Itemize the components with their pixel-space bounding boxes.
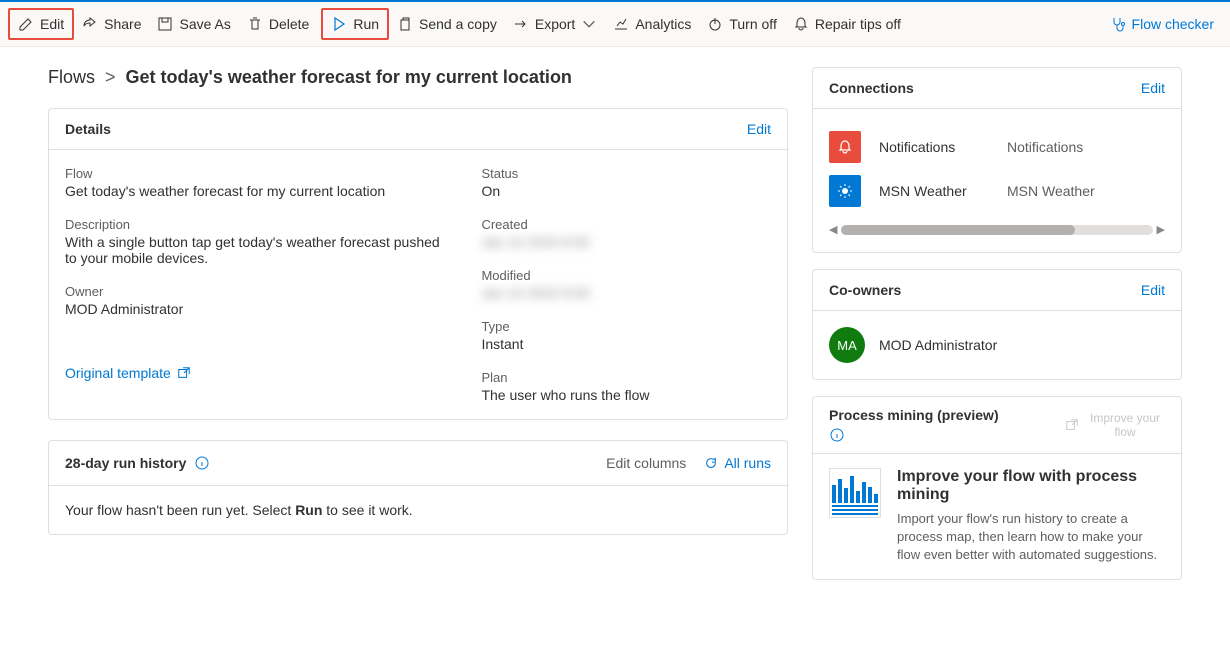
- status-value: On: [481, 183, 771, 199]
- connections-title: Connections: [829, 80, 914, 96]
- save-as-button[interactable]: Save As: [149, 10, 238, 38]
- connection-name: Notifications: [879, 139, 989, 155]
- scroll-right-icon[interactable]: ▶: [1157, 223, 1165, 236]
- avatar: MA: [829, 327, 865, 363]
- improve-flow-link[interactable]: Improve your flow: [1065, 411, 1165, 439]
- notifications-icon: [829, 131, 861, 163]
- all-runs-link[interactable]: All runs: [704, 455, 771, 471]
- info-icon[interactable]: [829, 427, 845, 443]
- run-button[interactable]: Run: [321, 8, 389, 40]
- description-value: With a single button tap get today's wea…: [65, 234, 441, 266]
- turn-off-button[interactable]: Turn off: [699, 10, 784, 38]
- scroll-left-icon[interactable]: ◀: [829, 223, 837, 236]
- connection-type: MSN Weather: [1007, 183, 1095, 199]
- delete-button[interactable]: Delete: [239, 10, 317, 38]
- status-label: Status: [481, 166, 771, 181]
- copy-icon: [397, 16, 413, 32]
- refresh-icon: [704, 456, 718, 470]
- modified-label: Modified: [481, 268, 771, 283]
- process-mining-heading: Improve your flow with process mining: [897, 468, 1165, 504]
- flow-checker-button[interactable]: Flow checker: [1102, 10, 1222, 38]
- edit-button[interactable]: Edit: [8, 8, 74, 40]
- flow-label: Flow: [65, 166, 441, 181]
- breadcrumb-separator: >: [105, 67, 116, 88]
- run-history-title: 28-day run history: [65, 455, 186, 471]
- weather-icon: [829, 175, 861, 207]
- created-value: Jan 10 2023 9:00: [481, 234, 771, 250]
- breadcrumb-root[interactable]: Flows: [48, 67, 95, 88]
- chevron-down-icon: [581, 16, 597, 32]
- save-icon: [157, 16, 173, 32]
- connection-row: MSN Weather MSN Weather: [829, 169, 1165, 213]
- export-button[interactable]: Export: [505, 10, 605, 38]
- info-icon[interactable]: [194, 455, 210, 471]
- description-label: Description: [65, 217, 441, 232]
- analytics-icon: [613, 16, 629, 32]
- coowner-row: MA MOD Administrator: [829, 327, 1165, 363]
- connections-card: Connections Edit Notifications Notificat…: [812, 67, 1182, 253]
- process-mining-title: Process mining (preview): [829, 407, 999, 423]
- edit-columns-link[interactable]: Edit columns: [606, 455, 686, 471]
- owner-label: Owner: [65, 284, 441, 299]
- plan-label: Plan: [481, 370, 771, 385]
- repair-tips-button[interactable]: Repair tips off: [785, 10, 909, 38]
- coowners-card: Co-owners Edit MA MOD Administrator: [812, 269, 1182, 380]
- connection-name: MSN Weather: [879, 183, 989, 199]
- bell-icon: [793, 16, 809, 32]
- toolbar: Edit Share Save As Delete Run Send a cop…: [0, 2, 1230, 47]
- owner-value: MOD Administrator: [65, 301, 441, 317]
- play-icon: [331, 16, 347, 32]
- coowners-edit-link[interactable]: Edit: [1141, 282, 1165, 298]
- open-icon: [1065, 418, 1079, 432]
- pencil-icon: [18, 16, 34, 32]
- share-button[interactable]: Share: [74, 10, 149, 38]
- process-mining-desc: Import your flow's run history to create…: [897, 510, 1165, 565]
- trash-icon: [247, 16, 263, 32]
- plan-value: The user who runs the flow: [481, 387, 771, 403]
- power-icon: [707, 16, 723, 32]
- stethoscope-icon: [1110, 16, 1126, 32]
- coowners-title: Co-owners: [829, 282, 901, 298]
- export-icon: [513, 16, 529, 32]
- breadcrumb: Flows > Get today's weather forecast for…: [48, 67, 788, 88]
- flow-value: Get today's weather forecast for my curr…: [65, 183, 441, 199]
- modified-value: Jan 10 2023 9:00: [481, 285, 771, 301]
- breadcrumb-current: Get today's weather forecast for my curr…: [126, 67, 572, 88]
- original-template-link[interactable]: Original template: [65, 365, 441, 381]
- run-history-empty: Your flow hasn't been run yet. Select Ru…: [49, 486, 787, 534]
- details-title: Details: [65, 121, 111, 137]
- connections-edit-link[interactable]: Edit: [1141, 80, 1165, 96]
- connection-type: Notifications: [1007, 139, 1083, 155]
- process-mining-card: Process mining (preview) Improve your fl…: [812, 396, 1182, 580]
- run-history-card: 28-day run history Edit columns All runs…: [48, 440, 788, 535]
- coowner-name: MOD Administrator: [879, 337, 997, 353]
- details-edit-link[interactable]: Edit: [747, 121, 771, 137]
- created-label: Created: [481, 217, 771, 232]
- share-icon: [82, 16, 98, 32]
- type-value: Instant: [481, 336, 771, 352]
- process-mining-thumbnail: [829, 468, 881, 518]
- send-copy-button[interactable]: Send a copy: [389, 10, 505, 38]
- type-label: Type: [481, 319, 771, 334]
- analytics-button[interactable]: Analytics: [605, 10, 699, 38]
- horizontal-scrollbar[interactable]: ◀ ▶: [829, 223, 1165, 236]
- details-card: Details Edit Flow Get today's weather fo…: [48, 108, 788, 420]
- open-icon: [177, 366, 191, 380]
- connection-row: Notifications Notifications: [829, 125, 1165, 169]
